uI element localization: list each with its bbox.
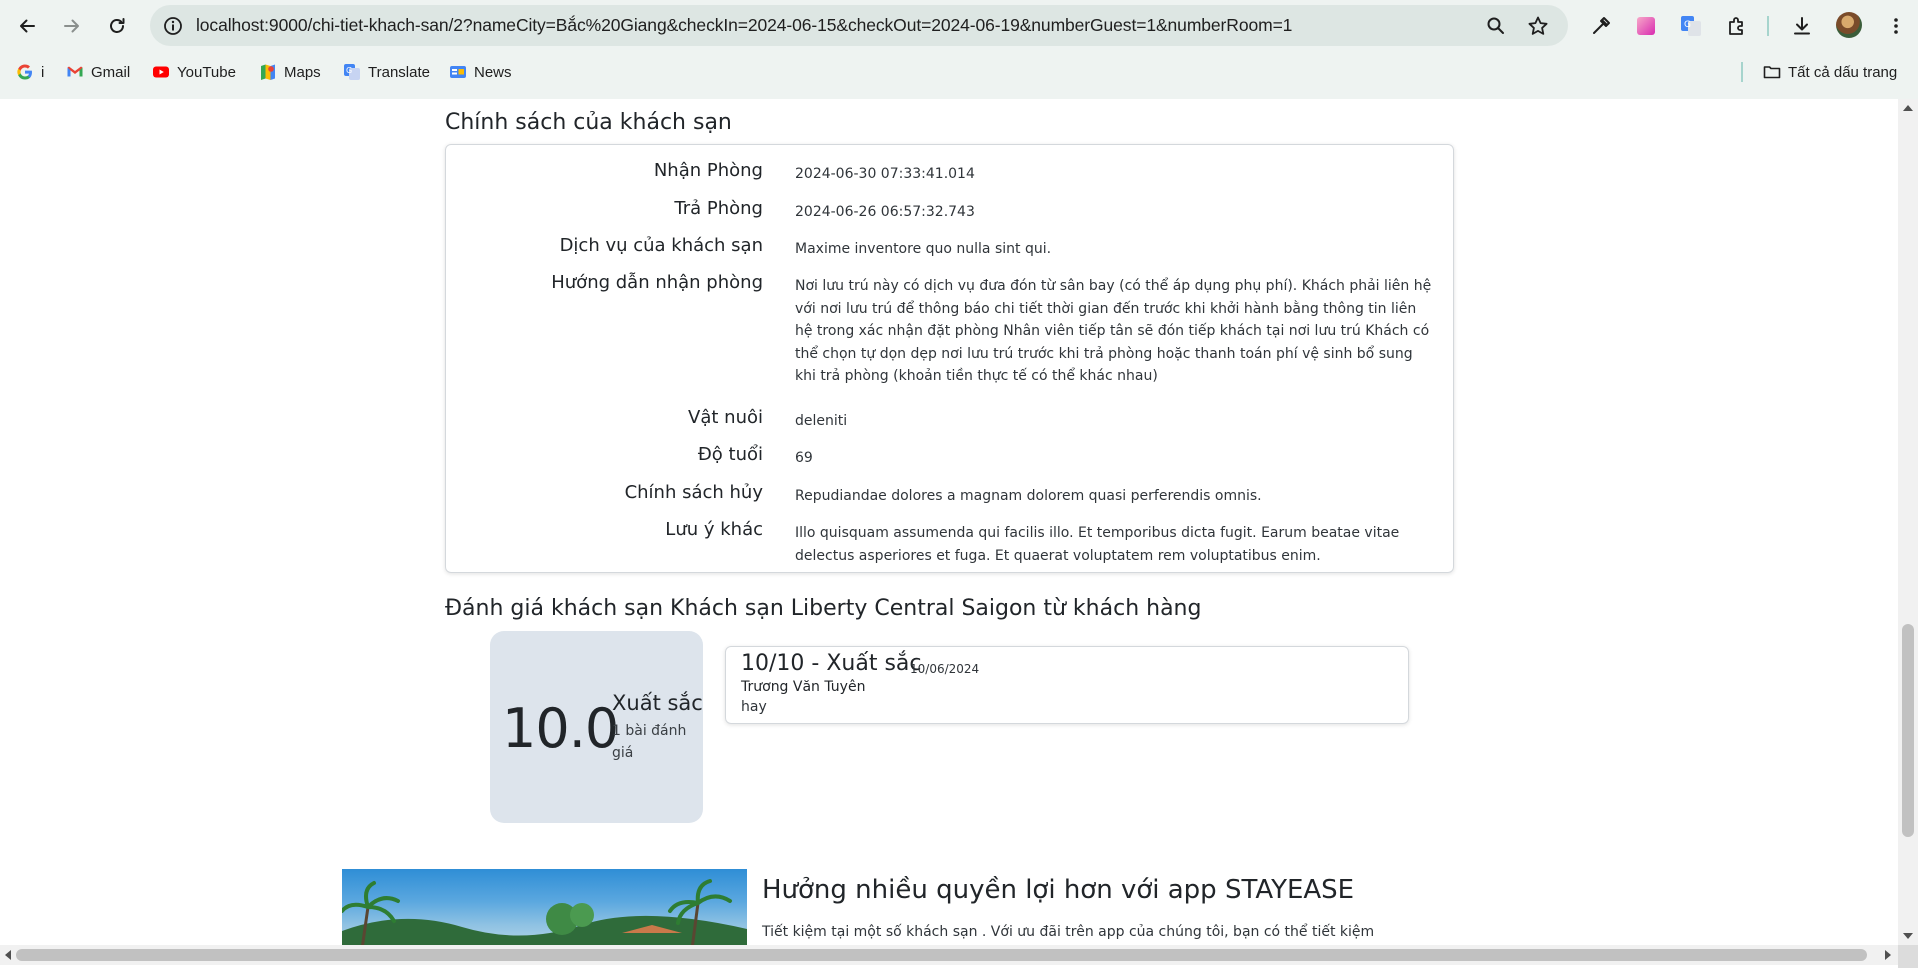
eyedropper-extension[interactable]: [1585, 10, 1617, 42]
site-info-button[interactable]: [156, 9, 190, 43]
google-translate-icon: G: [1681, 16, 1701, 36]
promo-text: Tiết kiệm tại một số khách sạn . Với ưu …: [762, 924, 1375, 940]
all-bookmarks-label: Tất cả dấu trang: [1788, 63, 1898, 81]
policy-label: Lưu ý khác: [665, 519, 763, 540]
bookmark-maps[interactable]: Maps: [259, 56, 321, 88]
bookmark-youtube[interactable]: YouTube: [152, 56, 236, 88]
promo-image: [342, 869, 747, 945]
news-icon: [450, 66, 466, 78]
star-icon: [1528, 16, 1548, 35]
policy-label: Hướng dẫn nhận phòng: [551, 272, 763, 293]
review-text: hay: [741, 699, 767, 715]
scroll-right-arrow-icon[interactable]: [1885, 950, 1891, 960]
policy-label: Dịch vụ của khách sạn: [559, 235, 763, 256]
promo-title: Hưởng nhiều quyền lợi hơn với app STAYEA…: [762, 875, 1355, 905]
back-button[interactable]: [11, 10, 43, 42]
review-card: 10/10 - Xuất sắc 10/06/2024 Trương Văn T…: [725, 646, 1409, 724]
all-bookmarks-button[interactable]: Tất cả dấu trang: [1763, 56, 1897, 88]
policy-label: Vật nuôi: [688, 407, 763, 428]
reviews-section-title: Đánh giá khách sạn Khách sạn Liberty Cen…: [445, 596, 1202, 621]
vertical-scrollbar[interactable]: [1898, 99, 1918, 945]
bookmarks-bar: i Gmail YouTube Maps G Translate News Tấ…: [0, 56, 1918, 88]
puzzle-icon: [1729, 17, 1743, 35]
review-date: 10/06/2024: [910, 662, 980, 676]
eyedropper-icon: [1593, 17, 1610, 34]
policy-value: Illo quisquam assumenda qui facilis illo…: [795, 525, 1400, 564]
review-score: 10/10 - Xuất sắc: [741, 651, 922, 676]
bookmark-label: YouTube: [177, 63, 236, 81]
profile-avatar[interactable]: [1836, 12, 1862, 38]
policy-value: 69: [795, 450, 813, 466]
translate-icon: G: [344, 64, 360, 80]
arrow-right-icon: [64, 19, 79, 33]
reviewer-name: Trương Văn Tuyên: [741, 679, 866, 695]
address-bar[interactable]: localhost:9000/chi-tiet-khach-san/2?name…: [150, 5, 1568, 46]
translate-extension[interactable]: G: [1675, 10, 1707, 42]
url-text[interactable]: localhost:9000/chi-tiet-khach-san/2?name…: [196, 15, 1292, 36]
zoom-button[interactable]: [1478, 5, 1514, 46]
gradient-square-icon: [1637, 17, 1655, 35]
overall-rating-label: Xuất sắc: [612, 691, 703, 715]
policy-card: Nhận Phòng 2024-06-30 07:33:41.014 Trả P…: [445, 144, 1454, 573]
gmail-icon: [67, 66, 83, 77]
gradient-extension[interactable]: [1630, 10, 1662, 42]
beach-palm-illustration: [342, 879, 747, 945]
bookmark-gmail[interactable]: Gmail: [66, 56, 130, 88]
browser-menu-button[interactable]: [1880, 10, 1912, 42]
info-icon: [164, 16, 182, 35]
policy-value: 2024-06-26 06:57:32.743: [795, 204, 975, 220]
youtube-icon: [153, 66, 169, 78]
policy-value: Repudiandae dolores a magnam dolorem qua…: [795, 488, 1262, 504]
horizontal-scroll-thumb[interactable]: [16, 949, 1867, 961]
downloads-button[interactable]: [1786, 10, 1818, 42]
svg-text:G: G: [1684, 20, 1691, 30]
overall-score: 10.0: [502, 697, 619, 760]
policy-label: Nhận Phòng: [653, 160, 763, 181]
reload-button[interactable]: [101, 10, 133, 42]
toolbar-divider: [1767, 16, 1769, 36]
policy-value: Nơi lưu trú này có dịch vụ đưa đón từ sâ…: [795, 278, 1432, 384]
policy-section-title: Chính sách của khách sạn: [445, 110, 732, 135]
google-icon: [17, 64, 32, 80]
bookmark-news[interactable]: News: [449, 56, 512, 88]
browser-chrome: localhost:9000/chi-tiet-khach-san/2?name…: [0, 0, 1918, 99]
svg-text:G: G: [346, 66, 352, 75]
page-content: Chính sách của khách sạn Nhận Phòng 2024…: [0, 99, 1898, 945]
scroll-down-arrow-icon[interactable]: [1903, 933, 1913, 939]
review-score-summary: 10.0 Xuất sắc 1 bài đánh giá: [490, 631, 703, 823]
bookmark-label: News: [474, 63, 512, 81]
horizontal-scrollbar[interactable]: [0, 945, 1898, 965]
review-count: 1 bài đánh giá: [612, 723, 687, 761]
maps-icon: [261, 64, 275, 80]
zoom-icon: [1487, 17, 1504, 34]
folder-icon: [1763, 66, 1781, 79]
more-vertical-icon: [1894, 18, 1898, 34]
policy-value: deleniti: [795, 413, 848, 429]
bookmark-translate[interactable]: G Translate: [343, 56, 430, 88]
policy-label: Chính sách hủy: [624, 482, 763, 503]
vertical-scroll-thumb[interactable]: [1902, 624, 1914, 837]
scroll-left-arrow-icon[interactable]: [5, 950, 11, 960]
browser-toolbar: localhost:9000/chi-tiet-khach-san/2?name…: [0, 0, 1918, 51]
policy-label: Trả Phòng: [674, 198, 763, 219]
scroll-up-arrow-icon[interactable]: [1903, 105, 1913, 111]
reload-icon: [110, 18, 125, 33]
download-icon: [1794, 17, 1810, 35]
policy-value: Maxime inventore quo nulla sint qui.: [795, 241, 1052, 257]
forward-button[interactable]: [56, 10, 88, 42]
arrow-left-icon: [20, 19, 35, 33]
bookmark-label: Translate: [368, 63, 430, 81]
bookmark-star-button[interactable]: [1520, 5, 1556, 46]
extensions-button[interactable]: [1721, 10, 1753, 42]
policy-label: Độ tuổi: [697, 444, 763, 465]
bookmark-label: i: [41, 63, 45, 81]
bookmark-label: Gmail: [91, 63, 131, 81]
bookmarks-divider: [1741, 62, 1743, 82]
scrollbar-corner: [1898, 945, 1918, 968]
bookmark-google[interactable]: i: [16, 56, 44, 88]
policy-value: 2024-06-30 07:33:41.014: [795, 166, 975, 182]
bookmark-label: Maps: [284, 63, 321, 81]
